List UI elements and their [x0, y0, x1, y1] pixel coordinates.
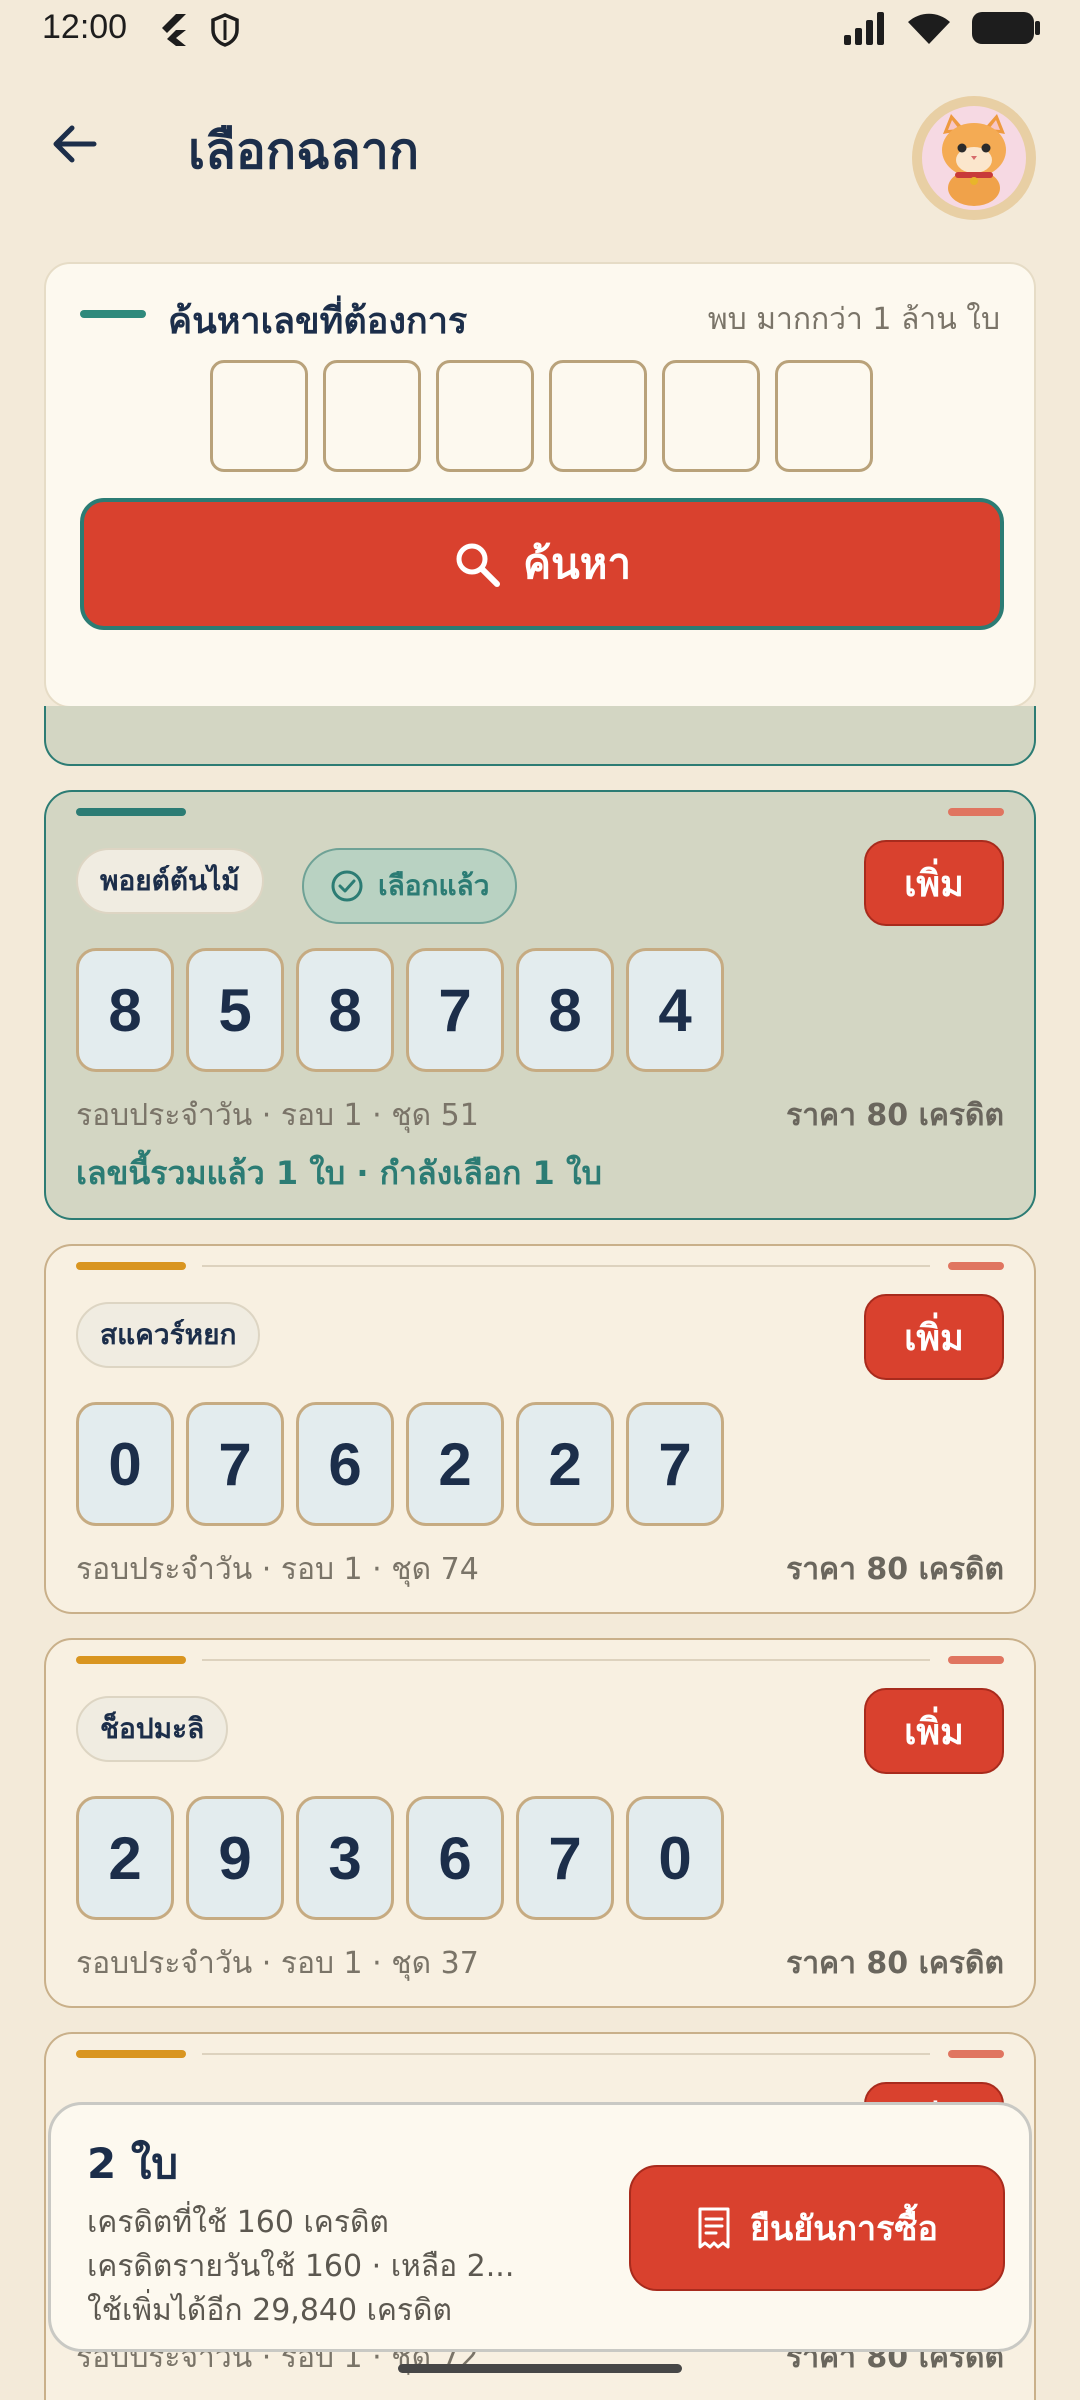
search-title: ค้นหาเลขที่ต้องการ [168, 301, 468, 342]
shield-icon [211, 13, 239, 47]
ticket-price: ราคา 80 เครดิต [786, 1098, 1004, 1133]
home-indicator[interactable] [398, 2364, 682, 2373]
search-card: ค้นหาเลขที่ต้องการ พบ มากกว่า 1 ล้าน ใบ … [44, 262, 1036, 708]
ticket-digit: 9 [186, 1796, 284, 1920]
store-chip: ช็อปมะลิ [76, 1696, 229, 1762]
ticket-digit: 8 [76, 948, 174, 1072]
ticket-number: 2 9 3 6 7 0 [76, 1796, 724, 1920]
ticket-digit: 6 [406, 1796, 504, 1920]
ticket-digit: 0 [76, 1402, 174, 1526]
ticket-accent-bar-right [948, 2050, 1004, 2058]
ticket-number: 8 5 8 7 8 4 [76, 948, 724, 1072]
battery-icon [972, 12, 1040, 44]
digit-input-4[interactable] [549, 360, 647, 472]
ticket-accent-bar-right [948, 1656, 1004, 1664]
ticket-digit: 2 [516, 1402, 614, 1526]
credit-used: เครดิตที่ใช้ 160 เครดิต [87, 2205, 389, 2240]
remaining-credit: ใช้เพิ่มได้อีก 29,840 เครดิต [87, 2293, 453, 2328]
digit-input-2[interactable] [323, 360, 421, 472]
confirm-purchase-button[interactable]: ยืนยันการซื้อ [629, 2165, 1005, 2291]
ticket-digit: 7 [516, 1796, 614, 1920]
ticket-accent-bar-right [948, 808, 1004, 816]
wifi-icon [908, 13, 950, 44]
cat-avatar-icon [942, 114, 1006, 206]
digit-input-3[interactable] [436, 360, 534, 472]
confirm-button-label: ยืนยันการซื้อ [750, 2209, 938, 2249]
ticket-round-info: รอบประจำวัน · รอบ 1 · ชุด 74 [76, 1552, 479, 1587]
store-chip: พอยต์ต้นไม้ [76, 848, 264, 914]
ticket-digit: 0 [626, 1796, 724, 1920]
back-button[interactable] [44, 114, 104, 174]
status-time: 12:00 [42, 8, 128, 46]
flutter-icon [162, 14, 186, 46]
signal-icon [844, 12, 884, 45]
ticket-accent-bar [76, 1656, 186, 1664]
selected-chip: เลือกแล้ว [302, 848, 518, 924]
ticket-card[interactable]: สแควร์หยก เพิ่ม 0 7 6 2 2 7 รอบประจำวัน … [44, 1244, 1036, 1614]
search-button-label: ค้นหา [522, 539, 632, 588]
add-button[interactable]: เพิ่ม [864, 1294, 1004, 1380]
ticket-digit: 7 [186, 1402, 284, 1526]
ticket-round-info: รอบประจำวัน · รอบ 1 · ชุด 37 [76, 1946, 479, 1981]
ticket-card[interactable]: ช็อปมะลิ เพิ่ม 2 9 3 6 7 0 รอบประจำวัน ·… [44, 1638, 1036, 2008]
number-input-group [210, 360, 873, 472]
ticket-accent-bar-right [948, 1262, 1004, 1270]
check-circle-icon [331, 870, 363, 902]
ticket-count: 2 ใบ [87, 2139, 179, 2188]
status-bar: 12:00 [0, 0, 1080, 64]
checkout-summary: 2 ใบ เครดิตที่ใช้ 160 เครดิต เครดิตรายวั… [48, 2102, 1032, 2352]
receipt-icon [698, 2207, 730, 2249]
avatar[interactable] [912, 96, 1036, 220]
digit-input-6[interactable] [775, 360, 873, 472]
ticket-digit: 2 [76, 1796, 174, 1920]
selected-chip-label: เลือกแล้ว [378, 869, 490, 902]
ticket-digit: 7 [406, 948, 504, 1072]
search-button[interactable]: ค้นหา [80, 498, 1004, 630]
ticket-digit: 4 [626, 948, 724, 1072]
ticket-accent-bar [76, 2050, 186, 2058]
ticket-selection-note: เลขนี้รวมแล้ว 1 ใบ · กำลังเลือก 1 ใบ [76, 1154, 602, 1192]
ticket-price: ราคา 80 เครดิต [786, 1552, 1004, 1587]
ticket-digit: 7 [626, 1402, 724, 1526]
ticket-digit: 6 [296, 1402, 394, 1526]
page-title: เลือกฉลาก [188, 122, 420, 180]
search-result-count: พบ มากกว่า 1 ล้าน ใบ [707, 302, 1000, 337]
ticket-digit: 8 [296, 948, 394, 1072]
ticket-digit: 5 [186, 948, 284, 1072]
ticket-card[interactable]: พอยต์ต้นไม้ เลือกแล้ว เพิ่ม 8 5 8 7 8 4 … [44, 790, 1036, 1220]
ticket-digit: 2 [406, 1402, 504, 1526]
ticket-round-info: รอบประจำวัน · รอบ 1 · ชุด 51 [76, 1098, 479, 1133]
ticket-accent-bar [76, 808, 186, 816]
ticket-price: ราคา 80 เครดิต [786, 1946, 1004, 1981]
ticket-number: 0 7 6 2 2 7 [76, 1402, 724, 1526]
digit-input-5[interactable] [662, 360, 760, 472]
add-button[interactable]: เพิ่ม [864, 840, 1004, 926]
add-button[interactable]: เพิ่ม [864, 1688, 1004, 1774]
ticket-digit: 3 [296, 1796, 394, 1920]
ticket-card-peek [44, 706, 1036, 766]
search-icon [456, 543, 500, 587]
arrow-left-icon [53, 125, 97, 163]
ticket-digit: 8 [516, 948, 614, 1072]
digit-input-1[interactable] [210, 360, 308, 472]
ticket-accent-bar [76, 1262, 186, 1270]
search-accent-bar [80, 310, 146, 318]
daily-credit: เครดิตรายวันใช้ 160 · เหลือ 2... [87, 2249, 515, 2284]
store-chip: สแควร์หยก [76, 1302, 261, 1368]
